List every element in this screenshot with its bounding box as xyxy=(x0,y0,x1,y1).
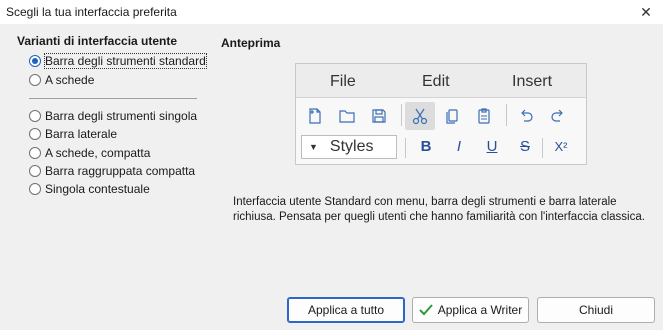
toolbar-separator xyxy=(401,104,402,126)
close-button[interactable]: ✕ xyxy=(635,2,657,22)
chevron-down-icon: ▼ xyxy=(309,142,318,152)
dialog-body: Varianti di interfaccia utente Barra deg… xyxy=(0,24,663,330)
toolbar-separator xyxy=(506,104,507,126)
radio-label: Barra laterale xyxy=(45,127,118,141)
radio-label: Barra degli strumenti singola xyxy=(45,109,198,123)
close-dialog-button[interactable]: Chiudi xyxy=(537,297,655,323)
radio-sidebar[interactable]: Barra laterale xyxy=(29,126,117,142)
radio-button[interactable] xyxy=(29,110,41,122)
styles-dropdown: ▼ Styles xyxy=(301,135,397,159)
preview-format-bar: ▼ Styles B I U S X² xyxy=(296,132,586,164)
radio-contextual-single[interactable]: Singola contestuale xyxy=(29,181,150,197)
open-folder-icon xyxy=(334,103,360,129)
cut-icon xyxy=(405,102,435,130)
menu-file: File xyxy=(330,73,356,90)
radio-tabbed[interactable]: A schede xyxy=(29,72,94,88)
italic-icon: I xyxy=(456,138,462,155)
save-icon xyxy=(366,103,392,129)
preview-heading: Anteprima xyxy=(221,36,281,50)
redo-icon xyxy=(545,103,571,129)
radio-label: Barra raggruppata compatta xyxy=(45,164,196,178)
new-document-icon xyxy=(302,103,328,129)
preview-panel: File Edit Insert ▼ Styles B I U S X² xyxy=(295,63,587,165)
paste-icon xyxy=(471,103,497,129)
radio-label: Barra degli strumenti standard xyxy=(44,53,207,69)
menu-insert: Insert xyxy=(512,73,553,90)
window-title: Scegli la tua interfaccia preferita xyxy=(6,5,177,19)
radio-single-toolbar[interactable]: Barra degli strumenti singola xyxy=(29,108,197,124)
title-bar: Scegli la tua interfaccia preferita ✕ xyxy=(0,0,663,24)
close-dialog-label: Chiudi xyxy=(578,303,614,317)
menu-edit: Edit xyxy=(422,73,450,90)
strikethrough-icon: S xyxy=(519,138,530,155)
apply-writer-button[interactable]: Applica a Writer xyxy=(412,297,529,323)
radio-button[interactable] xyxy=(29,74,41,86)
radio-label: Singola contestuale xyxy=(45,182,150,196)
radio-button[interactable] xyxy=(29,147,41,159)
radio-button[interactable] xyxy=(29,128,41,140)
radio-standard-toolbar[interactable]: Barra degli strumenti standard xyxy=(29,53,207,69)
apply-all-button[interactable]: Applica a tutto xyxy=(287,297,405,323)
radio-tabbed-compact[interactable]: A schede, compatta xyxy=(29,145,150,161)
copy-icon xyxy=(439,103,465,129)
checkmark-icon xyxy=(419,304,433,316)
apply-writer-label: Applica a Writer xyxy=(437,303,523,317)
underline-icon: U xyxy=(486,138,498,155)
radio-button-checked[interactable] xyxy=(29,55,41,67)
styles-label: Styles xyxy=(329,138,374,155)
radio-label: A schede, compatta xyxy=(45,146,151,160)
radio-groupedbar-compact[interactable]: Barra raggruppata compatta xyxy=(29,163,195,179)
ui-variants-heading: Varianti di interfaccia utente xyxy=(17,34,178,48)
separator xyxy=(29,98,197,99)
toolbar-separator xyxy=(542,138,543,158)
radio-button[interactable] xyxy=(29,183,41,195)
apply-all-label: Applica a tutto xyxy=(307,303,385,317)
preview-menu-bar: File Edit Insert xyxy=(296,64,586,98)
close-icon: ✕ xyxy=(640,3,652,20)
superscript-icon: X² xyxy=(554,139,568,154)
description-text: Interfaccia utente Standard con menu, ba… xyxy=(233,196,645,223)
undo-icon xyxy=(513,103,539,129)
radio-button[interactable] xyxy=(29,165,41,177)
toolbar-separator xyxy=(405,138,406,158)
radio-label: A schede xyxy=(45,73,95,87)
bold-icon: B xyxy=(420,138,432,155)
